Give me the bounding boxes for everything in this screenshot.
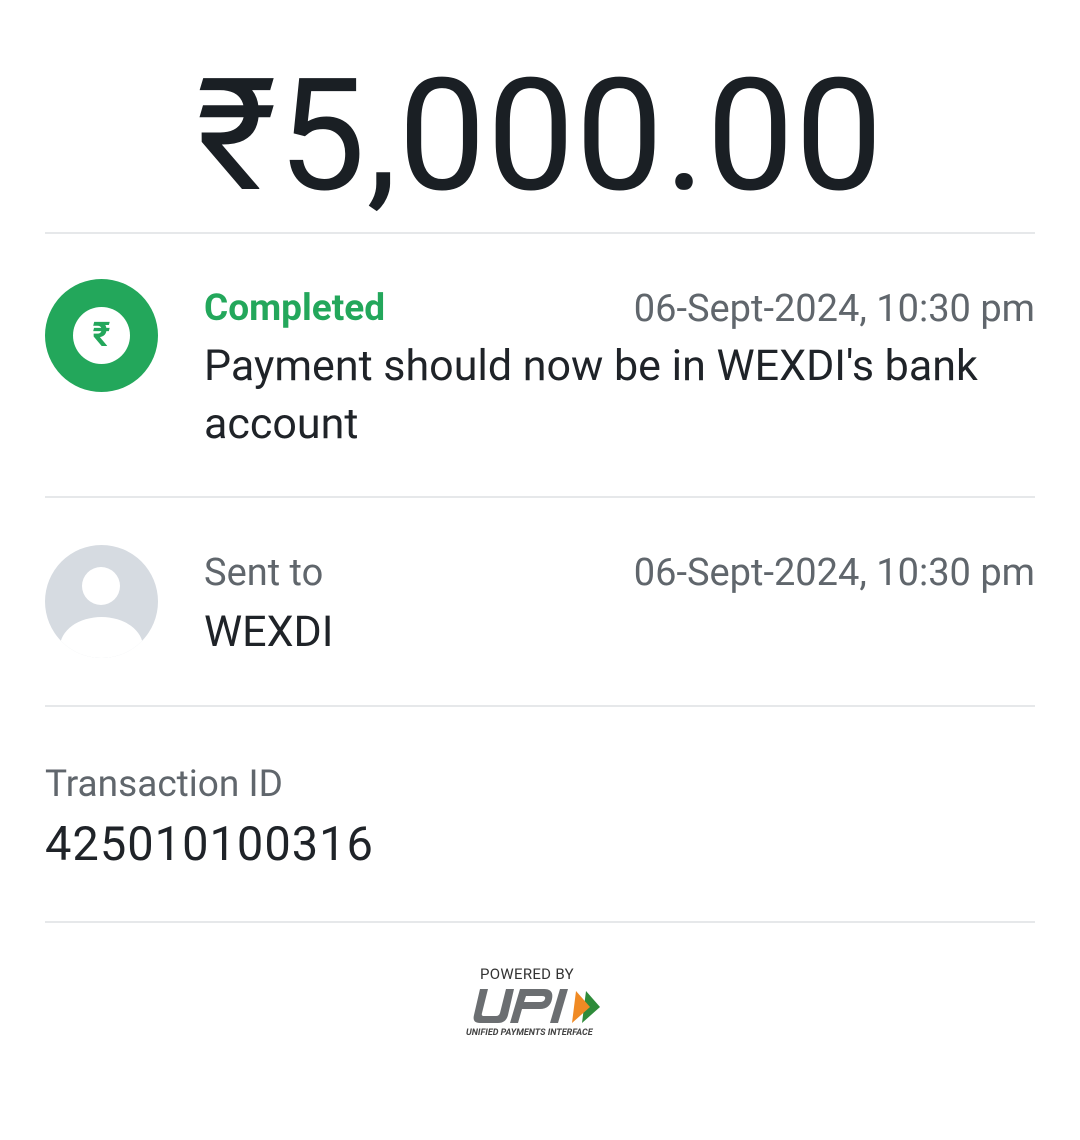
status-message: Payment should now be in WEXDI's bank ac… (204, 341, 978, 449)
transaction-row[interactable]: Transaction ID 425010100316 (45, 757, 1035, 887)
recipient-timestamp: 06-Sept-2024, 10:30 pm (633, 551, 1035, 595)
recipient-row[interactable]: Sent to 06-Sept-2024, 10:30 pm WEXDI (45, 545, 1035, 665)
avatar-placeholder-icon (45, 545, 158, 658)
divider (45, 496, 1035, 498)
powered-by-text: POWERED BY (480, 965, 574, 983)
status-icon-badge: ₹ (45, 279, 158, 392)
divider (45, 921, 1035, 923)
status-timestamp: 06-Sept-2024, 10:30 pm (633, 287, 1035, 331)
avatar-head (82, 567, 120, 605)
upi-tagline: UNIFIED PAYMENTS INTERFACE (466, 1028, 593, 1038)
divider (45, 232, 1035, 234)
upi-logo: POWERED BY UNIFIED PAYMENTS INTERFACE (466, 965, 616, 1045)
recipient-name: WEXDI (204, 607, 334, 657)
rupee-icon: ₹ (73, 307, 130, 364)
payment-amount: ₹5,000.00 (196, 45, 884, 228)
divider (45, 705, 1035, 707)
upi-wordmark-icon (473, 989, 600, 1023)
status-row: ₹ Completed 06-Sept-2024, 10:30 pm Payme… (45, 279, 1035, 459)
avatar-body (60, 617, 143, 658)
transaction-id-value[interactable]: 425010100316 (45, 813, 1035, 877)
transaction-id-label: Transaction ID (45, 763, 283, 806)
